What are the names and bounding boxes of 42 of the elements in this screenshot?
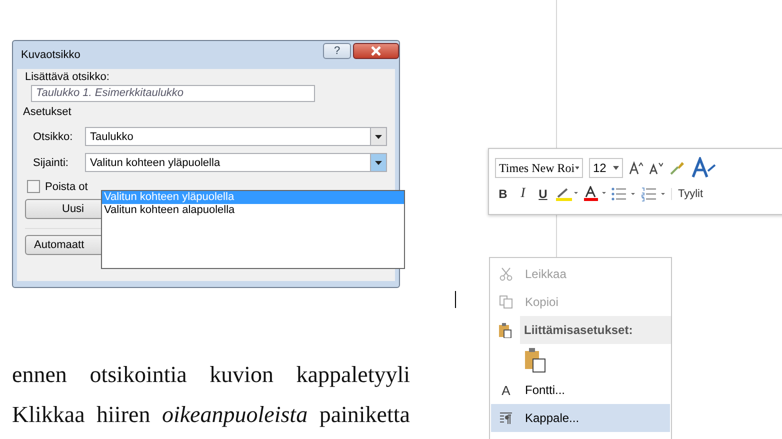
font-icon: A — [502, 382, 510, 398]
position-dropdown[interactable]: Valitun kohteen yläpuolella — [85, 153, 387, 172]
position-label: Sijainti: — [32, 156, 70, 168]
clipboard-icon — [498, 322, 512, 338]
window-title: Kuvaotsikko — [21, 49, 80, 61]
dropdown-arrow-icon — [613, 166, 619, 170]
close-icon — [370, 46, 382, 56]
font-size-field[interactable]: 12 — [589, 158, 623, 178]
scissors-icon — [499, 267, 513, 281]
paste-icon[interactable] — [524, 347, 546, 373]
italic-button[interactable]: I — [515, 186, 531, 202]
styles-icon[interactable] — [691, 157, 717, 179]
bullets-icon[interactable] — [611, 186, 637, 202]
body-text: ennen otsikointia kuvion kappaletyyli — [12, 361, 410, 389]
checkbox-label: Poista ot — [45, 180, 88, 192]
menu-item[interactable]: Kappale... — [491, 404, 670, 432]
grow-font-icon[interactable] — [629, 161, 643, 175]
label-dropdown[interactable]: Taulukko — [85, 127, 387, 146]
shrink-font-icon[interactable] — [649, 161, 663, 175]
paste-options-heading: Liittämisasetukset: — [520, 316, 671, 344]
body-text: Klikkaa hiiren oikeanpuoleista painiketta — [12, 401, 410, 429]
caption-label: Lisättävä otsikko: — [25, 71, 110, 85]
caption-field[interactable]: Taulukko 1. Esimerkkitaulukko — [31, 85, 315, 102]
font-name-field[interactable]: Times New Roi — [495, 158, 583, 178]
help-button[interactable]: ? — [323, 43, 351, 59]
paragraph-icon — [499, 411, 513, 425]
styles-label[interactable]: Tyylit — [671, 188, 704, 200]
menu-item[interactable]: A Fontti... — [491, 376, 670, 404]
options-heading: Asetukset — [23, 106, 72, 120]
numbering-icon[interactable] — [641, 186, 667, 202]
close-button[interactable] — [353, 43, 399, 59]
copy-icon — [499, 295, 513, 309]
dropdown-arrow-icon — [375, 134, 382, 138]
font-color-icon[interactable] — [583, 186, 607, 202]
bold-button[interactable]: B — [495, 187, 511, 201]
checkbox[interactable] — [27, 180, 40, 193]
brush-icon[interactable] — [669, 160, 685, 176]
dropdown-arrow-icon — [375, 160, 382, 164]
label-label: Otsikko: — [32, 130, 74, 142]
dropdown-arrow-icon — [574, 166, 579, 170]
highlight-icon[interactable] — [555, 186, 579, 202]
underline-button[interactable]: U — [535, 187, 551, 201]
